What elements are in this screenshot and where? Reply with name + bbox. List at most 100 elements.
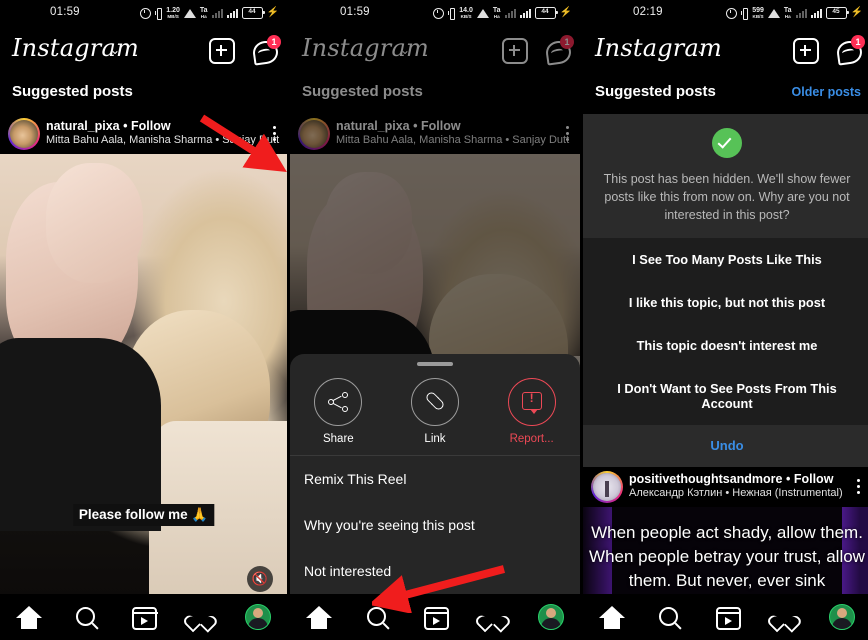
vibrate-icon [448,8,456,20]
chevron-down-icon[interactable]: ⌄ [696,43,706,57]
nav-profile-avatar[interactable] [829,604,856,630]
undo-bar: Undo [583,425,868,467]
nav-search-icon[interactable] [364,604,390,630]
plus-icon[interactable] [502,38,528,64]
signal-2-icon [519,8,531,18]
wifi-icon [183,8,196,18]
option-too-many-posts[interactable]: I See Too Many Posts Like This [583,238,868,281]
post-username[interactable]: natural_pixa • Follow [336,119,461,133]
sheet-action-row: Share Link Report... [290,366,580,455]
suggested-posts-bar: Suggested posts [0,74,287,114]
post-media[interactable]: Please follow me 🙏 🔇 [0,154,287,614]
undo-button[interactable]: Undo [710,438,743,453]
option-like-topic-not-post[interactable]: I like this topic, but not this post [583,281,868,324]
three-panel-comparison: 01:59 1.20 MB/S Ta Ha 44 ⚡ Instagram ⌄ 1… [0,0,868,640]
status-bar: 01:59 1.20 MB/S Ta Ha 44 ⚡ [0,0,287,28]
sheet-item-why-seeing[interactable]: Why you're seeing this post [290,502,580,548]
username-text: natural_pixa [336,119,410,133]
option-no-posts-from-account[interactable]: I Don't Want to See Posts From This Acco… [583,367,868,425]
nav-search-icon[interactable] [73,604,99,630]
media-caption: Please follow me 🙏 [72,504,215,526]
plus-icon[interactable] [793,38,819,64]
net-speed-unit: KB/S [752,14,764,19]
nav-reels-icon[interactable] [714,604,742,630]
app-header: Instagram ⌄ 1 [583,28,868,74]
nav-search-icon[interactable] [656,604,682,630]
app-header: Instagram ⌄ 1 [0,28,287,74]
report-action[interactable]: Report... [493,378,571,445]
chevron-down-icon[interactable]: ⌄ [110,43,120,57]
signal-2-icon [226,8,238,18]
nav-heart-icon[interactable] [480,604,506,630]
post-kebab-menu[interactable] [857,479,861,497]
post-header: natural_pixa • Follow Mitta Bahu Aala, M… [290,114,580,154]
link-icon [410,378,459,426]
bottom-nav [0,594,287,640]
share-action[interactable]: Share [299,378,377,445]
messenger-badge: 1 [851,34,865,49]
nav-home-icon[interactable] [306,604,332,630]
link-action[interactable]: Link [396,378,474,445]
section-title: Suggested posts [12,83,133,100]
avatar[interactable] [591,471,623,503]
nav-reels-icon[interactable] [130,604,158,630]
avatar[interactable] [8,118,40,150]
option-topic-not-interesting[interactable]: This topic doesn't interest me [583,324,868,367]
older-posts-link[interactable]: Older posts [792,85,861,99]
follow-button[interactable]: Follow [131,119,171,133]
battery-icon: 44 [534,7,558,19]
alarm-icon [726,7,738,19]
success-check-icon [712,128,742,158]
sheet-item-not-interested[interactable]: Not interested [290,548,580,594]
messenger-badge: 1 [560,34,574,49]
network-speed-icon: 14.0 KB/S [459,7,473,19]
bottom-nav [583,594,868,640]
panel-feed: 01:59 1.20 MB/S Ta Ha 44 ⚡ Instagram ⌄ 1… [0,0,287,640]
post-kebab-menu[interactable] [566,126,570,144]
signal-2-icon [810,8,822,18]
charging-bolt-icon: ⚡ [850,7,863,18]
messenger-icon[interactable]: 1 [251,34,281,66]
app-header: Instagram ⌄ 1 [290,28,580,74]
status-time: 01:59 [50,6,80,18]
muted-speaker-icon[interactable]: 🔇 [247,566,273,592]
hidden-post-card: This post has been hidden. We'll show fe… [583,114,868,238]
follow-button[interactable]: Follow [421,119,461,133]
network-speed-icon: 1.20 MB/S [166,7,180,19]
data-icon: Ta Ha [783,7,792,19]
username-text: positivethoughtsandmore [629,472,783,486]
net-speed-value: 599 [752,7,764,14]
charging-bolt-icon: ⚡ [266,7,279,18]
messenger-icon[interactable]: 1 [544,34,574,66]
data-icon: Ta Ha [492,7,501,19]
data-icon: Ta Ha [199,7,208,19]
signal-1-icon [504,8,516,18]
section-title: Suggested posts [302,83,423,100]
nav-profile-avatar[interactable] [245,604,272,630]
messenger-icon[interactable]: 1 [835,34,865,66]
post-options-sheet: Share Link Report... Remix This Reel Why… [290,354,580,594]
messenger-badge: 1 [267,34,281,49]
header-actions: 1 [502,34,574,66]
header-actions: 1 [793,34,865,66]
nav-heart-icon[interactable] [188,604,214,630]
sheet-item-remix[interactable]: Remix This Reel [290,456,580,502]
follow-button[interactable]: Follow [794,472,834,486]
net-speed-unit: KB/S [460,14,472,19]
post-username[interactable]: natural_pixa • Follow [46,119,171,133]
report-label: Report... [509,433,554,445]
plus-icon[interactable] [209,38,235,64]
nav-profile-avatar[interactable] [538,604,564,630]
post-header: positivethoughtsandmore • Follow Алексан… [583,467,868,507]
vibrate-icon [741,8,749,20]
post-header: natural_pixa • Follow Mitta Bahu Aala, M… [0,114,287,154]
chevron-down-icon[interactable]: ⌄ [400,43,410,57]
post-username[interactable]: positivethoughtsandmore • Follow [629,472,833,486]
avatar[interactable] [298,118,330,150]
post-kebab-menu[interactable] [273,126,277,144]
nav-home-icon[interactable] [15,604,42,630]
nav-home-icon[interactable] [598,604,625,630]
header-actions: 1 [209,34,281,66]
nav-heart-icon[interactable] [772,604,798,630]
nav-reels-icon[interactable] [422,604,450,630]
